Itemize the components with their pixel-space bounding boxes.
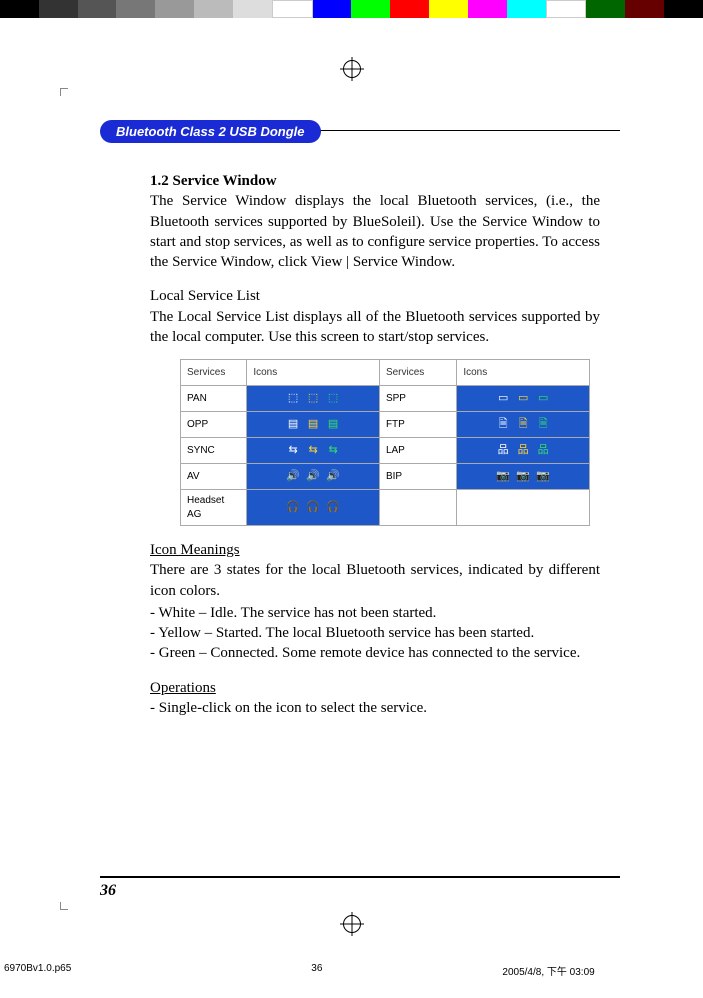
operations-title: Operations	[150, 678, 600, 698]
registration-mark-icon	[343, 60, 361, 83]
imprint-page: 36	[311, 963, 322, 978]
service-icons-cell: ⇆⇆⇆	[247, 438, 380, 464]
paragraph: - Single-click on the icon to select the…	[150, 698, 600, 718]
service-icons-cell: ▭▭▭	[457, 386, 590, 412]
paragraph: There are 3 states for the local Bluetoo…	[150, 560, 600, 601]
header-rule	[310, 130, 620, 131]
crop-mark-icon	[60, 88, 68, 96]
service-icons-cell: 🔊🔊🔊	[247, 464, 380, 490]
page-content: Bluetooth Class 2 USB Dongle 1.2 Service…	[100, 120, 620, 900]
list-item: - Green – Connected. Some remote device …	[150, 643, 600, 663]
imprint-line: 6970Bv1.0.p65 36 2005/4/8, 下午 03:09	[0, 963, 703, 978]
table-row: Headset AG 🎧🎧🎧	[181, 490, 590, 526]
crop-mark-icon	[60, 902, 68, 910]
table-row: PAN ⬚⬚⬚ SPP ▭▭▭	[181, 386, 590, 412]
page-footer: 36	[100, 876, 620, 900]
table-header-row: Services Icons Services Icons	[181, 360, 590, 386]
service-icons-cell: 🗎🗎🗎	[457, 412, 590, 438]
icon-states-list: - White – Idle. The service has not been…	[150, 603, 600, 664]
service-icons-cell: 品品品	[457, 438, 590, 464]
body-text: 1.2 Service Window The Service Window di…	[150, 171, 600, 718]
service-icons-cell: ▤▤▤	[247, 412, 380, 438]
imprint-file: 6970Bv1.0.p65	[4, 963, 71, 978]
service-icons-cell: 🎧🎧🎧	[247, 490, 380, 526]
imprint-datetime: 2005/4/8, 下午 03:09	[502, 963, 594, 978]
section-heading: 1.2 Service Window	[150, 171, 600, 191]
subsection-title: Local Service List	[150, 286, 600, 306]
list-item: - White – Idle. The service has not been…	[150, 603, 600, 623]
registration-mark-icon	[343, 915, 361, 938]
service-icons-cell: ⬚⬚⬚	[247, 386, 380, 412]
color-calibration-bar	[0, 0, 703, 18]
list-item: - Yellow – Started. The local Bluetooth …	[150, 623, 600, 643]
page-number: 36	[100, 882, 116, 899]
header-pill: Bluetooth Class 2 USB Dongle	[100, 120, 321, 143]
table-row: AV 🔊🔊🔊 BIP 📷📷📷	[181, 464, 590, 490]
icon-meanings-title: Icon Meanings	[150, 540, 600, 560]
service-icons-cell: 📷📷📷	[457, 464, 590, 490]
table-row: OPP ▤▤▤ FTP 🗎🗎🗎	[181, 412, 590, 438]
paragraph: The Service Window displays the local Bl…	[150, 191, 600, 272]
services-table: Services Icons Services Icons PAN ⬚⬚⬚ SP…	[180, 359, 590, 526]
table-row: SYNC ⇆⇆⇆ LAP 品品品	[181, 438, 590, 464]
paragraph: The Local Service List displays all of t…	[150, 307, 600, 348]
